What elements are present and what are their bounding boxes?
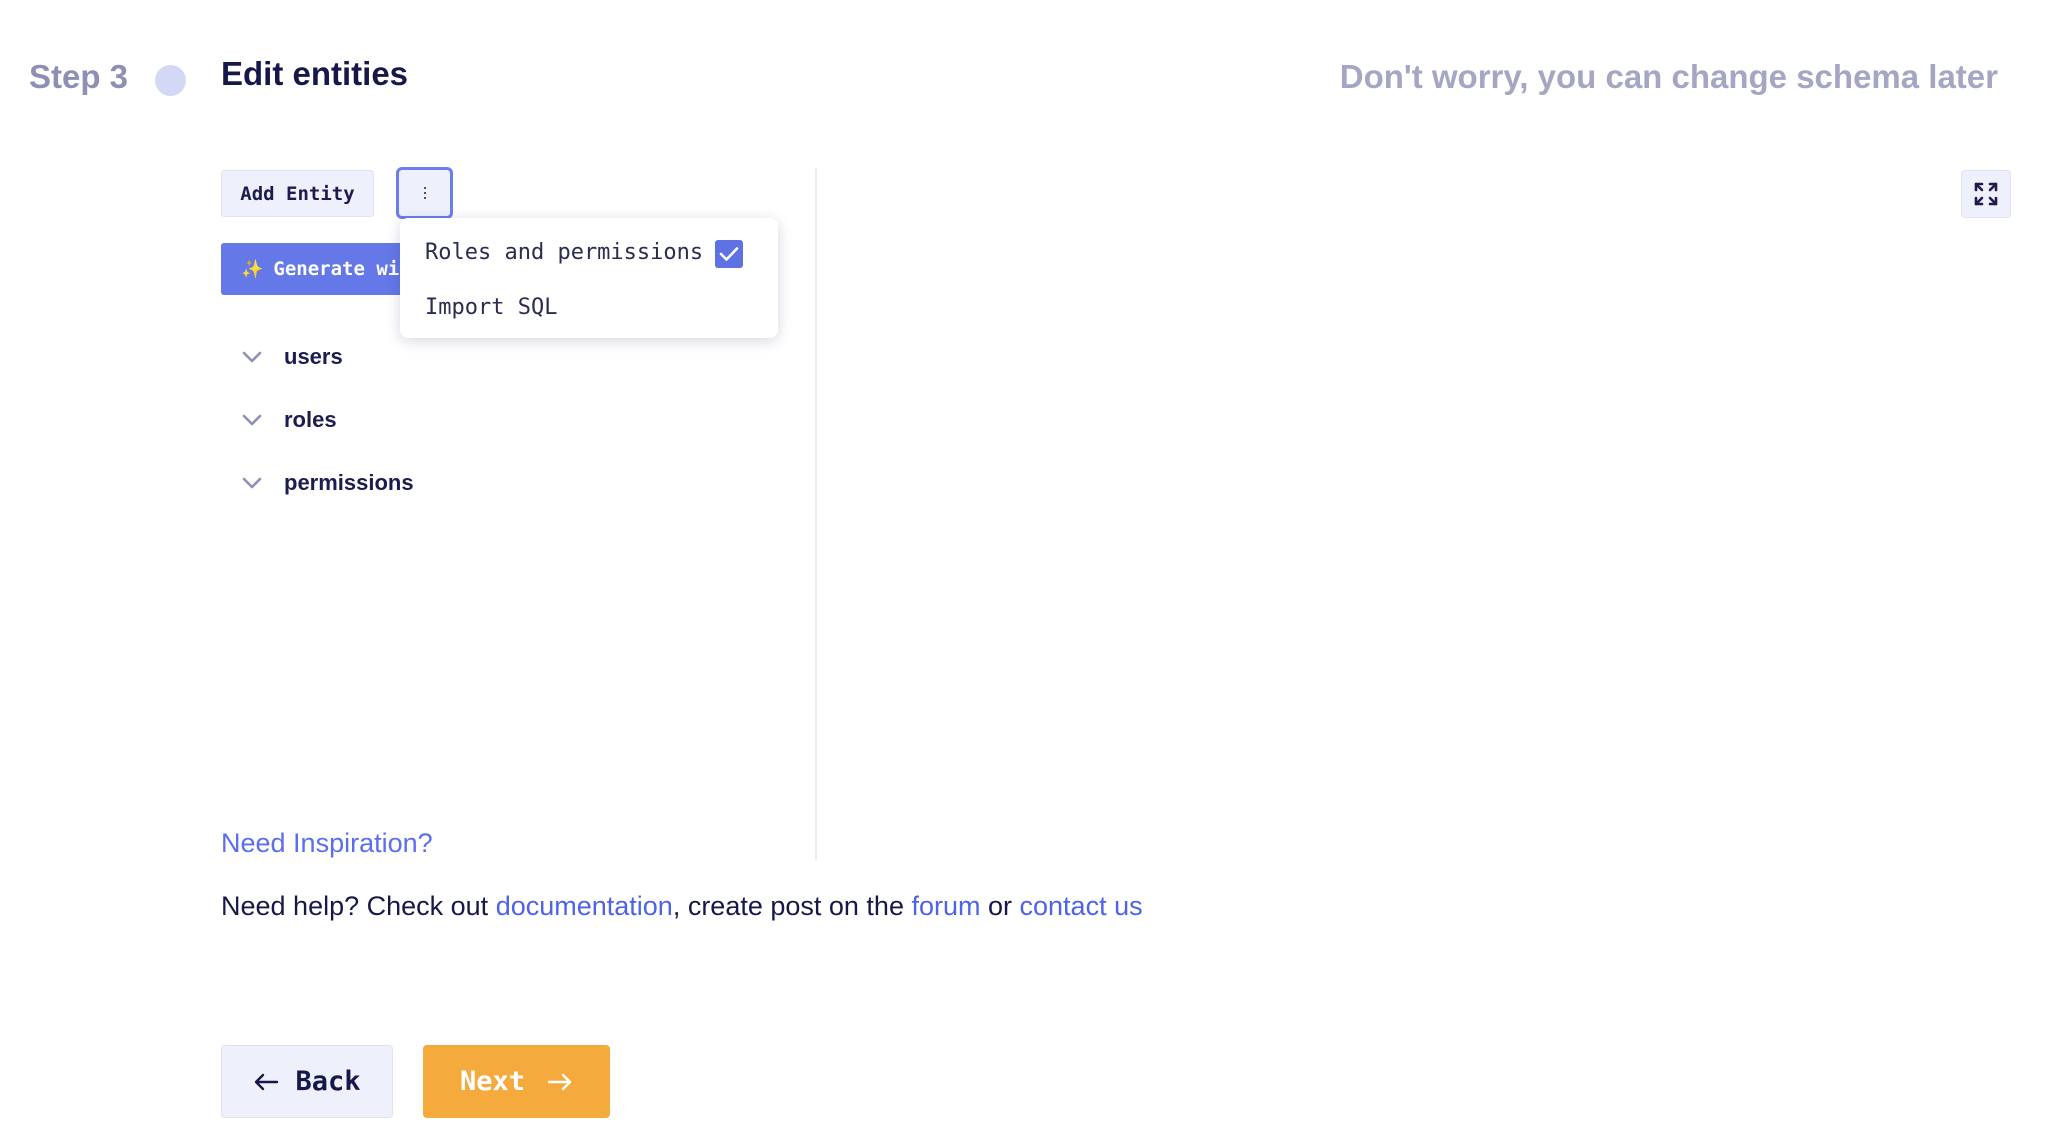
- contact-us-link[interactable]: contact us: [1020, 891, 1143, 921]
- sparkles-icon: ✨: [241, 258, 264, 280]
- help-text: Need help? Check out documentation, crea…: [221, 891, 1143, 922]
- vertical-ellipsis-icon: [423, 187, 426, 199]
- documentation-link[interactable]: documentation: [496, 891, 673, 921]
- generate-with-ai-button[interactable]: ✨ Generate wi: [221, 243, 411, 295]
- entity-name: users: [284, 344, 343, 369]
- entity-row-roles[interactable]: roles: [240, 407, 337, 433]
- panel-divider[interactable]: [815, 168, 817, 860]
- fullscreen-button[interactable]: [1961, 170, 2011, 218]
- options-dropdown-menu: Roles and permissions Import SQL: [400, 218, 778, 338]
- entity-name: roles: [284, 407, 337, 432]
- chevron-down-icon[interactable]: [240, 412, 264, 428]
- roles-checkbox-checked[interactable]: [715, 240, 743, 268]
- step-indicator-dot: [155, 65, 186, 96]
- expand-icon: [1974, 182, 1998, 206]
- next-button[interactable]: Next: [423, 1045, 610, 1118]
- forum-link[interactable]: forum: [911, 891, 980, 921]
- back-button[interactable]: Back: [221, 1045, 393, 1118]
- menu-item-import-sql[interactable]: Import SQL: [425, 295, 557, 320]
- more-options-button[interactable]: [396, 167, 453, 219]
- arrow-left-icon: [255, 1073, 279, 1090]
- chevron-down-icon[interactable]: [240, 349, 264, 365]
- need-inspiration-link[interactable]: Need Inspiration?: [221, 828, 433, 859]
- page-title: Edit entities: [221, 55, 409, 92]
- arrow-right-icon: [547, 1073, 572, 1090]
- entity-name: permissions: [284, 470, 414, 495]
- help-middle: , create post on the: [672, 891, 912, 921]
- entity-row-permissions[interactable]: permissions: [240, 470, 414, 496]
- checkmark-icon: [719, 247, 739, 261]
- generate-button-label: Generate wi: [273, 258, 400, 280]
- help-or: or: [980, 891, 1020, 921]
- add-entity-button[interactable]: Add Entity: [221, 170, 374, 217]
- schema-hint-text: Don't worry, you can change schema later: [1339, 58, 1998, 95]
- entity-row-users[interactable]: users: [240, 344, 343, 370]
- back-button-label: Back: [295, 1066, 361, 1097]
- menu-item-roles-and-permissions[interactable]: Roles and permissions: [425, 240, 703, 265]
- help-prefix: Need help? Check out: [221, 891, 496, 921]
- next-button-label: Next: [459, 1066, 526, 1097]
- step-label: Step 3: [29, 58, 129, 95]
- chevron-down-icon[interactable]: [240, 475, 264, 491]
